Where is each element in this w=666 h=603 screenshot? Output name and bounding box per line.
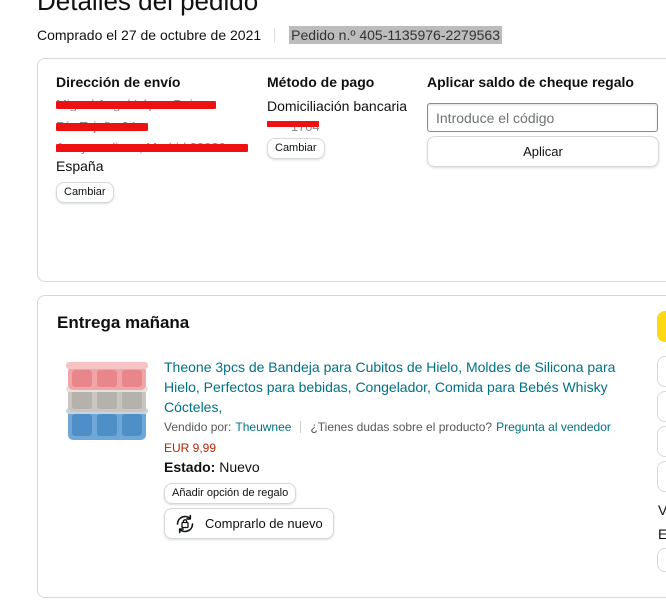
edge-text-partial: E xyxy=(658,526,666,542)
edge-text-partial: V xyxy=(658,502,666,518)
buy-again-button[interactable]: Comprarlo de nuevo xyxy=(164,508,334,539)
condition-label: Estado: xyxy=(164,459,216,475)
delivery-card: Entrega mañana Theone 3pcs de Bandeja pa… xyxy=(37,295,666,598)
apply-gift-button[interactable]: Aplicar xyxy=(427,136,659,167)
shipping-street-redacted: Río Tajuña 24 xyxy=(56,119,148,133)
secondary-button-partial[interactable] xyxy=(657,461,666,492)
secondary-button-partial[interactable] xyxy=(657,391,666,422)
payment-title: Método de pago xyxy=(267,74,375,90)
redaction-mark xyxy=(56,144,248,152)
product-price: EUR 9,99 xyxy=(164,441,217,455)
question-text: ¿Tienes dudas sobre el producto? xyxy=(310,420,493,434)
redaction-mark xyxy=(56,123,148,131)
delivery-title: Entrega mañana xyxy=(57,313,190,332)
payment-detail-redacted: **** 1704 xyxy=(267,119,319,133)
secondary-button-partial[interactable] xyxy=(657,426,666,457)
buy-again-icon xyxy=(176,514,194,533)
product-condition: Estado: Nuevo xyxy=(164,459,260,475)
ask-seller-link[interactable]: Pregunta al vendedor xyxy=(496,420,611,434)
gift-code-input[interactable] xyxy=(427,103,658,132)
seller-line: Vendido por: Theuwnee ¿Tienes dudas sobr… xyxy=(164,420,611,434)
add-gift-option-button[interactable]: Añadir opción de regalo xyxy=(164,483,297,504)
shipping-country: España xyxy=(56,158,104,174)
order-meta: Comprado el 27 de octubre de 2021 Pedido… xyxy=(37,26,502,44)
change-address-button[interactable]: Cambiar xyxy=(56,182,114,203)
condition-value: Nuevo xyxy=(219,459,260,475)
page-title: Detalles del pedido xyxy=(37,0,259,16)
product-title-link[interactable]: Theone 3pcs de Bandeja para Cubitos de H… xyxy=(164,357,634,417)
order-summary-card: Dirección de envío Miguel Angel López Ru… xyxy=(37,58,666,282)
secondary-button-partial[interactable] xyxy=(657,356,666,387)
shipping-title: Dirección de envío xyxy=(56,74,181,90)
seller-link[interactable]: Theuwnee xyxy=(235,420,291,434)
shipping-name-redacted: Miguel Angel López Ruiz xyxy=(56,97,216,111)
order-number: Pedido n.º 405-1135976-2279563 xyxy=(289,26,502,44)
ice-tray-icon xyxy=(66,362,148,440)
purchase-date: Comprado el 27 de octubre de 2021 xyxy=(37,27,262,43)
shipping-city-redacted: Arroyomolinos, Madrid 28939 xyxy=(56,140,248,154)
primary-action-button-partial[interactable] xyxy=(657,311,666,342)
product-image[interactable] xyxy=(62,358,152,446)
divider xyxy=(300,421,302,433)
gift-card-title: Aplicar saldo de cheque regalo xyxy=(427,74,634,90)
payment-method: Domiciliación bancaria xyxy=(267,98,408,114)
redaction-mark xyxy=(56,101,216,109)
redaction-mark xyxy=(267,121,319,127)
divider xyxy=(274,28,276,42)
secondary-button-partial[interactable] xyxy=(657,548,666,572)
sold-by-label: Vendido por: xyxy=(164,420,232,434)
buy-again-label: Comprarlo de nuevo xyxy=(205,516,323,531)
change-payment-button[interactable]: Cambiar xyxy=(267,138,325,159)
